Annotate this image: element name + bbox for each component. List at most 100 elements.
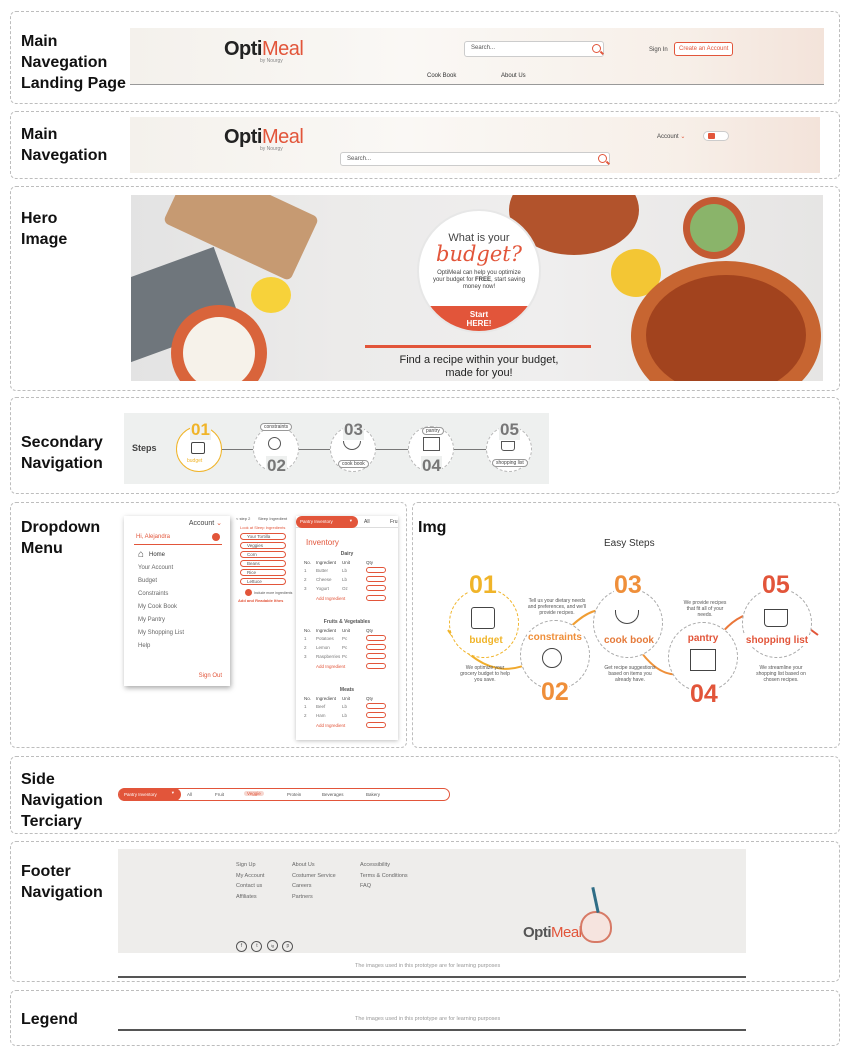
inventory-cell: 1 bbox=[304, 568, 307, 573]
easy-step-number: 04 bbox=[690, 680, 718, 709]
menu-item-budget[interactable]: Budget bbox=[138, 578, 157, 584]
constraint-chip[interactable]: Veggies bbox=[240, 542, 286, 549]
easy-step-label: shopping list bbox=[744, 635, 810, 646]
step-label: constraints bbox=[260, 423, 293, 431]
instagram-icon[interactable]: ig bbox=[266, 940, 278, 951]
inventory-column-header: Ingredient bbox=[316, 628, 337, 633]
inventory-panel: Pantry Inventory ▾ All Fru Inventory Dair… bbox=[296, 516, 398, 740]
steps-title: Steps bbox=[132, 443, 157, 453]
tab-veggie[interactable]: Veggie bbox=[244, 791, 264, 796]
nav-link-about[interactable]: About Us bbox=[501, 73, 526, 79]
inventory-column-header: Unit bbox=[342, 628, 351, 633]
create-account-button[interactable]: Create an Account bbox=[674, 42, 734, 56]
back-link[interactable]: < step 2 bbox=[236, 516, 250, 521]
constraints-panel: < step 2 Sleep Ingredient Look at Sleep … bbox=[236, 516, 294, 626]
quantity-stepper[interactable] bbox=[366, 703, 386, 709]
constraint-chip[interactable]: Beans bbox=[240, 560, 286, 567]
add-more-link[interactable]: Include more ingredients bbox=[254, 591, 292, 595]
inventory-cell: Ham bbox=[316, 713, 326, 718]
add-ingredient-link[interactable]: Add Ingredient bbox=[316, 723, 345, 728]
footer-col-account[interactable]: Sign Up My Account Contact us Affiliates bbox=[236, 860, 264, 902]
hero-cta-circle: What is your budget? OptiMeal can help y… bbox=[417, 209, 541, 333]
sort-select[interactable]: Sleep Ingredient bbox=[258, 516, 287, 521]
easy-step-label: budget bbox=[469, 635, 503, 646]
tab-all[interactable]: All bbox=[364, 519, 370, 525]
inventory-cell: Cheese bbox=[316, 577, 332, 582]
inventory-cell: 2 bbox=[304, 713, 307, 718]
quantity-stepper[interactable] bbox=[366, 576, 386, 582]
easy-step-desc: We provide recipes that fit all of your … bbox=[683, 600, 727, 618]
inventory-cell: 3 bbox=[304, 586, 307, 591]
start-here-button[interactable]: Start HERE! bbox=[427, 306, 531, 331]
menu-item-cookbook[interactable]: My Cook Book bbox=[138, 604, 177, 610]
quantity-stepper[interactable] bbox=[366, 712, 386, 718]
nav-link-cookbook[interactable]: Cook Book bbox=[427, 73, 456, 79]
facebook-icon[interactable]: f bbox=[236, 941, 247, 952]
tab-protein[interactable]: Protein bbox=[287, 792, 301, 797]
search-icon[interactable] bbox=[592, 44, 601, 53]
search-input[interactable]: Search... bbox=[340, 152, 610, 166]
shelf-icon bbox=[690, 649, 716, 671]
legend-note: The images used in this prototype are fo… bbox=[355, 1016, 501, 1022]
tab-fruit[interactable]: Fru bbox=[390, 519, 398, 525]
add-ingredient-link[interactable]: Add Ingredient bbox=[316, 664, 345, 669]
account-toggle[interactable]: Account ⌄ bbox=[189, 519, 222, 527]
hero-caption: Find a recipe within your budget, made f… bbox=[399, 354, 559, 379]
menu-item-constraints[interactable]: Constraints bbox=[138, 591, 168, 597]
hero-caption-rule bbox=[365, 345, 591, 348]
menu-item-home[interactable]: Home bbox=[149, 552, 165, 558]
pinterest-icon[interactable]: p bbox=[282, 941, 294, 952]
add-circle-icon[interactable] bbox=[245, 589, 252, 596]
quantity-stepper[interactable] bbox=[366, 595, 386, 601]
constraint-chip[interactable]: Lettuce bbox=[240, 578, 286, 585]
cart-icon bbox=[764, 609, 788, 627]
user-avatar-icon[interactable] bbox=[212, 533, 220, 541]
tab-beverages[interactable]: Beverages bbox=[322, 792, 344, 797]
quantity-stepper[interactable] bbox=[366, 653, 386, 659]
easy-step-label: pantry bbox=[681, 633, 725, 644]
inventory-column-header: No. bbox=[304, 628, 312, 633]
section-label: Secondary Navigation bbox=[21, 434, 103, 472]
sign-in-link[interactable]: Sign In bbox=[649, 47, 668, 53]
inventory-cell: 3 bbox=[304, 654, 307, 659]
pantry-inventory-dropdown[interactable]: Pantry Inventory ▾ bbox=[296, 516, 358, 528]
section-label: Main Navegation bbox=[21, 126, 108, 164]
menu-item-your-account[interactable]: Your Account bbox=[138, 565, 173, 571]
add-ingredient-link[interactable]: Add Ingredient bbox=[316, 596, 345, 601]
sign-out-link[interactable]: Sign Out bbox=[199, 673, 222, 679]
quantity-stepper[interactable] bbox=[366, 663, 386, 669]
constraints-hint: Look at Sleep Ingredients bbox=[240, 525, 286, 530]
menu-item-shopping-list[interactable]: My Shopping List bbox=[138, 630, 184, 636]
quantity-stepper[interactable] bbox=[366, 567, 386, 573]
quantity-stepper[interactable] bbox=[366, 722, 386, 728]
pantry-inventory-dropdown[interactable]: Pantry Inventory ▾ bbox=[119, 788, 181, 801]
search-input[interactable]: Search... bbox=[464, 41, 604, 57]
menu-item-help[interactable]: Help bbox=[138, 643, 150, 649]
menu-item-pantry[interactable]: My Pantry bbox=[138, 617, 165, 623]
easy-step-number: 05 bbox=[762, 571, 790, 600]
inventory-group-title: Fruits & Vegetables bbox=[323, 619, 371, 625]
footer-col-about[interactable]: About Us Costumer Service Careers Partne… bbox=[292, 860, 336, 902]
person-icon bbox=[542, 648, 562, 668]
footer: Sign Up My Account Contact us Affiliates… bbox=[118, 849, 746, 953]
tab-bakery[interactable]: Bakery bbox=[366, 792, 380, 797]
quantity-stepper[interactable] bbox=[366, 635, 386, 641]
footer-col-legal[interactable]: Accessibility Terms & Conditions FAQ bbox=[360, 860, 408, 892]
tab-fruit[interactable]: Fruit bbox=[215, 792, 224, 797]
tab-all[interactable]: All bbox=[187, 792, 192, 797]
twitter-icon[interactable]: t bbox=[251, 941, 263, 952]
constraint-chip[interactable]: Your Tortilla bbox=[240, 533, 286, 540]
constraint-chip[interactable]: Rice bbox=[240, 569, 286, 576]
quantity-stepper[interactable] bbox=[366, 644, 386, 650]
add-label: Add and Readable Ithes bbox=[238, 598, 284, 603]
guac-inner-image bbox=[690, 204, 738, 252]
search-icon[interactable] bbox=[598, 154, 607, 163]
inventory-column-header: No. bbox=[304, 696, 312, 701]
inventory-cell: Pc bbox=[342, 654, 348, 659]
cart-icon bbox=[708, 133, 715, 139]
account-menu[interactable]: Account ⌄ bbox=[657, 133, 685, 140]
constraint-chip[interactable]: Corn bbox=[240, 551, 286, 558]
cart-toggle[interactable] bbox=[703, 131, 729, 141]
quantity-stepper[interactable] bbox=[366, 585, 386, 591]
hero-body: OptiMeal can help you optimize your budg… bbox=[432, 270, 526, 290]
